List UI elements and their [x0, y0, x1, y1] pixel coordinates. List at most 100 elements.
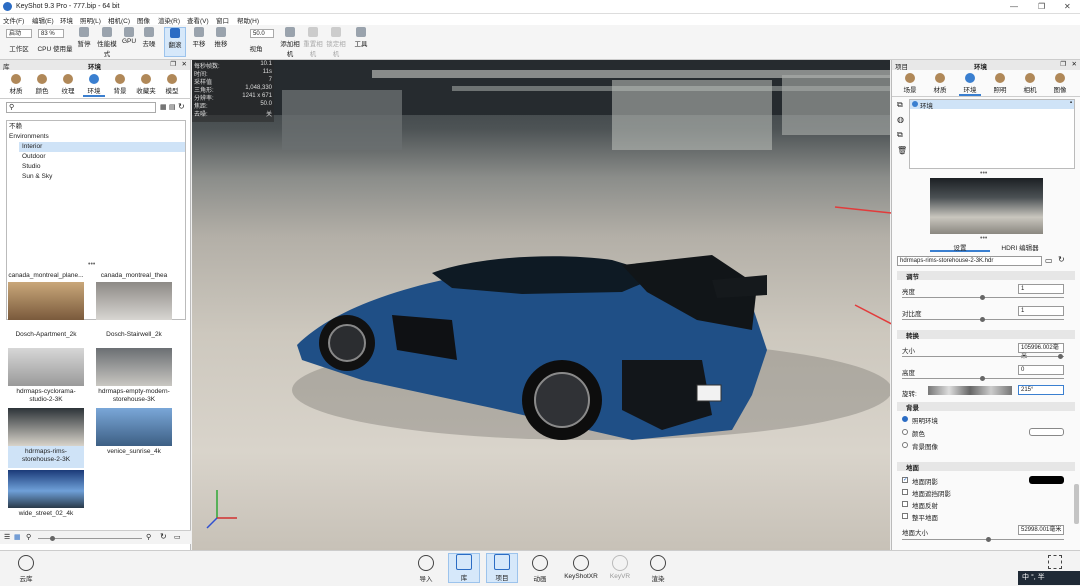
- tree-item[interactable]: 不赖: [9, 122, 185, 132]
- cpu-usage-button[interactable]: CPU 使用量: [36, 43, 74, 53]
- grid-layout-icon[interactable]: ▦: [14, 533, 21, 541]
- environment-list-item[interactable]: 环境 ▪: [910, 100, 1074, 110]
- list-layout-icon[interactable]: ☰: [4, 533, 10, 541]
- tree-item-outdoor[interactable]: Outdoor: [19, 152, 185, 162]
- thumbnail-item[interactable]: venice_sunrise_4k: [96, 408, 172, 456]
- section-transform[interactable]: 转换: [897, 330, 1075, 340]
- float-panel-icon[interactable]: ❐: [170, 60, 176, 68]
- lock-icon[interactable]: ▭: [174, 533, 181, 541]
- tab-lighting[interactable]: 照明: [989, 73, 1011, 94]
- size-input[interactable]: 105996.002毫米: [1018, 343, 1064, 360]
- thumbnail-item[interactable]: Dosch-Stairwell_2k: [96, 331, 172, 339]
- mode-select[interactable]: 启动: [6, 29, 32, 38]
- tab-colors[interactable]: 颜色: [31, 74, 53, 95]
- subtab-settings[interactable]: 设置: [930, 242, 990, 252]
- thumbnail-item[interactable]: hdrmaps-cyclorama-studio-2-3K: [8, 348, 84, 404]
- refresh-icon[interactable]: ↻: [178, 102, 185, 111]
- library-button[interactable]: 库: [448, 553, 480, 583]
- splitter-handle-icon[interactable]: •••: [88, 261, 95, 268]
- menu-image[interactable]: 图像: [137, 15, 150, 25]
- close-panel-icon[interactable]: ✕: [1072, 60, 1077, 68]
- tab-image[interactable]: 图像: [1049, 73, 1071, 94]
- brightness-input[interactable]: 1: [1018, 284, 1064, 294]
- keyvr-button[interactable]: KeyVR: [604, 555, 636, 580]
- flatten-ground-checkbox[interactable]: [902, 513, 908, 519]
- tumble-button[interactable]: 翻滚: [164, 27, 186, 57]
- performance-mode-button[interactable]: 性能模式: [96, 27, 118, 58]
- section-adjustments[interactable]: 调节: [897, 271, 1075, 281]
- splitter-handle-icon[interactable]: •••: [980, 235, 987, 242]
- lock-icon[interactable]: ▪: [1070, 100, 1072, 106]
- menu-environment[interactable]: 环境: [60, 15, 73, 25]
- menu-window[interactable]: 窗口: [216, 15, 229, 25]
- denoise-button[interactable]: 去噪: [140, 27, 158, 48]
- thumbnail-item[interactable]: wide_street_02_4k: [8, 470, 84, 518]
- ground-size-slider[interactable]: [902, 539, 1064, 540]
- tab-environment[interactable]: 环境: [959, 73, 981, 96]
- bg-color-radio[interactable]: [902, 429, 908, 435]
- cloud-library-button[interactable]: 云库: [10, 555, 42, 583]
- bg-image-radio[interactable]: [902, 442, 908, 448]
- slider-knob[interactable]: [980, 376, 985, 381]
- menu-help[interactable]: 帮助(H): [237, 15, 259, 25]
- ground-occlusion-checkbox[interactable]: [902, 489, 908, 495]
- subtab-hdri-editor[interactable]: HDRI 编辑器: [990, 242, 1050, 252]
- section-background[interactable]: 背景: [897, 402, 1075, 412]
- bg-color-swatch[interactable]: [1029, 428, 1064, 436]
- zoom-in-icon[interactable]: ⚲: [146, 533, 151, 541]
- minimize-icon[interactable]: —: [1010, 2, 1018, 11]
- ground-shadow-checkbox[interactable]: ✓: [902, 477, 908, 483]
- hdri-preview[interactable]: [930, 178, 1043, 234]
- rotation-dial[interactable]: [928, 386, 1012, 395]
- tools-button[interactable]: 工具: [352, 27, 370, 48]
- thumbnail-item[interactable]: hdrmaps-empty-modern-storehouse-3K: [96, 348, 172, 404]
- close-panel-icon[interactable]: ✕: [182, 60, 187, 68]
- refresh-icon[interactable]: ↻: [1058, 255, 1065, 264]
- scrollbar[interactable]: [1074, 484, 1079, 524]
- tab-environments[interactable]: 环境: [83, 74, 105, 97]
- tab-models[interactable]: 模型: [161, 74, 183, 95]
- height-input[interactable]: 0: [1018, 365, 1064, 375]
- shadow-color-swatch[interactable]: [1029, 476, 1064, 484]
- tab-camera[interactable]: 相机: [1019, 73, 1041, 94]
- slider-knob[interactable]: [50, 536, 55, 541]
- thumbnail-item-selected[interactable]: hdrmaps-rims-storehouse-2-3K: [8, 408, 84, 468]
- duplicate-icon[interactable]: ⧉: [897, 130, 903, 140]
- thumbnail-item[interactable]: canada_montreal_plane...: [8, 272, 84, 320]
- list-view-icon[interactable]: ▤: [169, 103, 176, 111]
- close-icon[interactable]: ✕: [1064, 2, 1071, 11]
- thumbnail-item[interactable]: Dosch-Apartment_2k: [8, 331, 84, 339]
- lock-camera-button[interactable]: 锁定相机: [326, 27, 346, 58]
- import-button[interactable]: 导入: [410, 555, 442, 583]
- workspace-button[interactable]: 工作区: [6, 43, 32, 53]
- menu-view[interactable]: 查看(V): [187, 15, 209, 25]
- ground-reflection-checkbox[interactable]: [902, 501, 908, 507]
- menu-edit[interactable]: 编辑(E): [32, 15, 54, 25]
- tab-material[interactable]: 材质: [929, 73, 951, 94]
- refresh-icon[interactable]: ↻: [160, 532, 167, 541]
- library-search-input[interactable]: ⚲: [6, 102, 156, 113]
- slider-knob[interactable]: [1058, 354, 1063, 359]
- percent-select[interactable]: 83 %: [38, 29, 64, 38]
- hdr-file-input[interactable]: hdrmaps-rims-storehouse-2-3K.hdr: [897, 256, 1042, 266]
- grid-view-icon[interactable]: ▦: [160, 103, 167, 111]
- reset-camera-button[interactable]: 重置相机: [303, 27, 323, 58]
- tree-item-interior[interactable]: Interior: [19, 142, 185, 152]
- zoom-out-icon[interactable]: ⚲: [26, 533, 31, 541]
- section-ground[interactable]: 地面: [897, 462, 1075, 472]
- add-camera-button[interactable]: 添加相机: [280, 27, 300, 58]
- slider-knob[interactable]: [980, 295, 985, 300]
- tab-textures[interactable]: 纹理: [57, 74, 79, 95]
- render-viewport[interactable]: 每秒帧数: 10.1 时间: 11s 采样值 7 三角形: 1,048,330 分辨率:…: [192, 60, 890, 550]
- tree-item-environments[interactable]: Environments: [9, 132, 185, 142]
- tree-item-sun-sky[interactable]: Sun & Sky: [19, 172, 185, 182]
- gpu-button[interactable]: GPU: [121, 27, 137, 45]
- tab-materials[interactable]: 材质: [5, 74, 27, 95]
- folder-icon[interactable]: ▭: [1045, 256, 1053, 265]
- pan-button[interactable]: 平移: [190, 27, 208, 48]
- keyshotxr-button[interactable]: KeyShotXR: [562, 555, 600, 580]
- perspective-button[interactable]: 视角: [246, 43, 266, 53]
- render-button[interactable]: 渲染: [642, 555, 674, 583]
- dolly-button[interactable]: 推移: [212, 27, 230, 48]
- fov-input[interactable]: 50.0: [250, 29, 274, 38]
